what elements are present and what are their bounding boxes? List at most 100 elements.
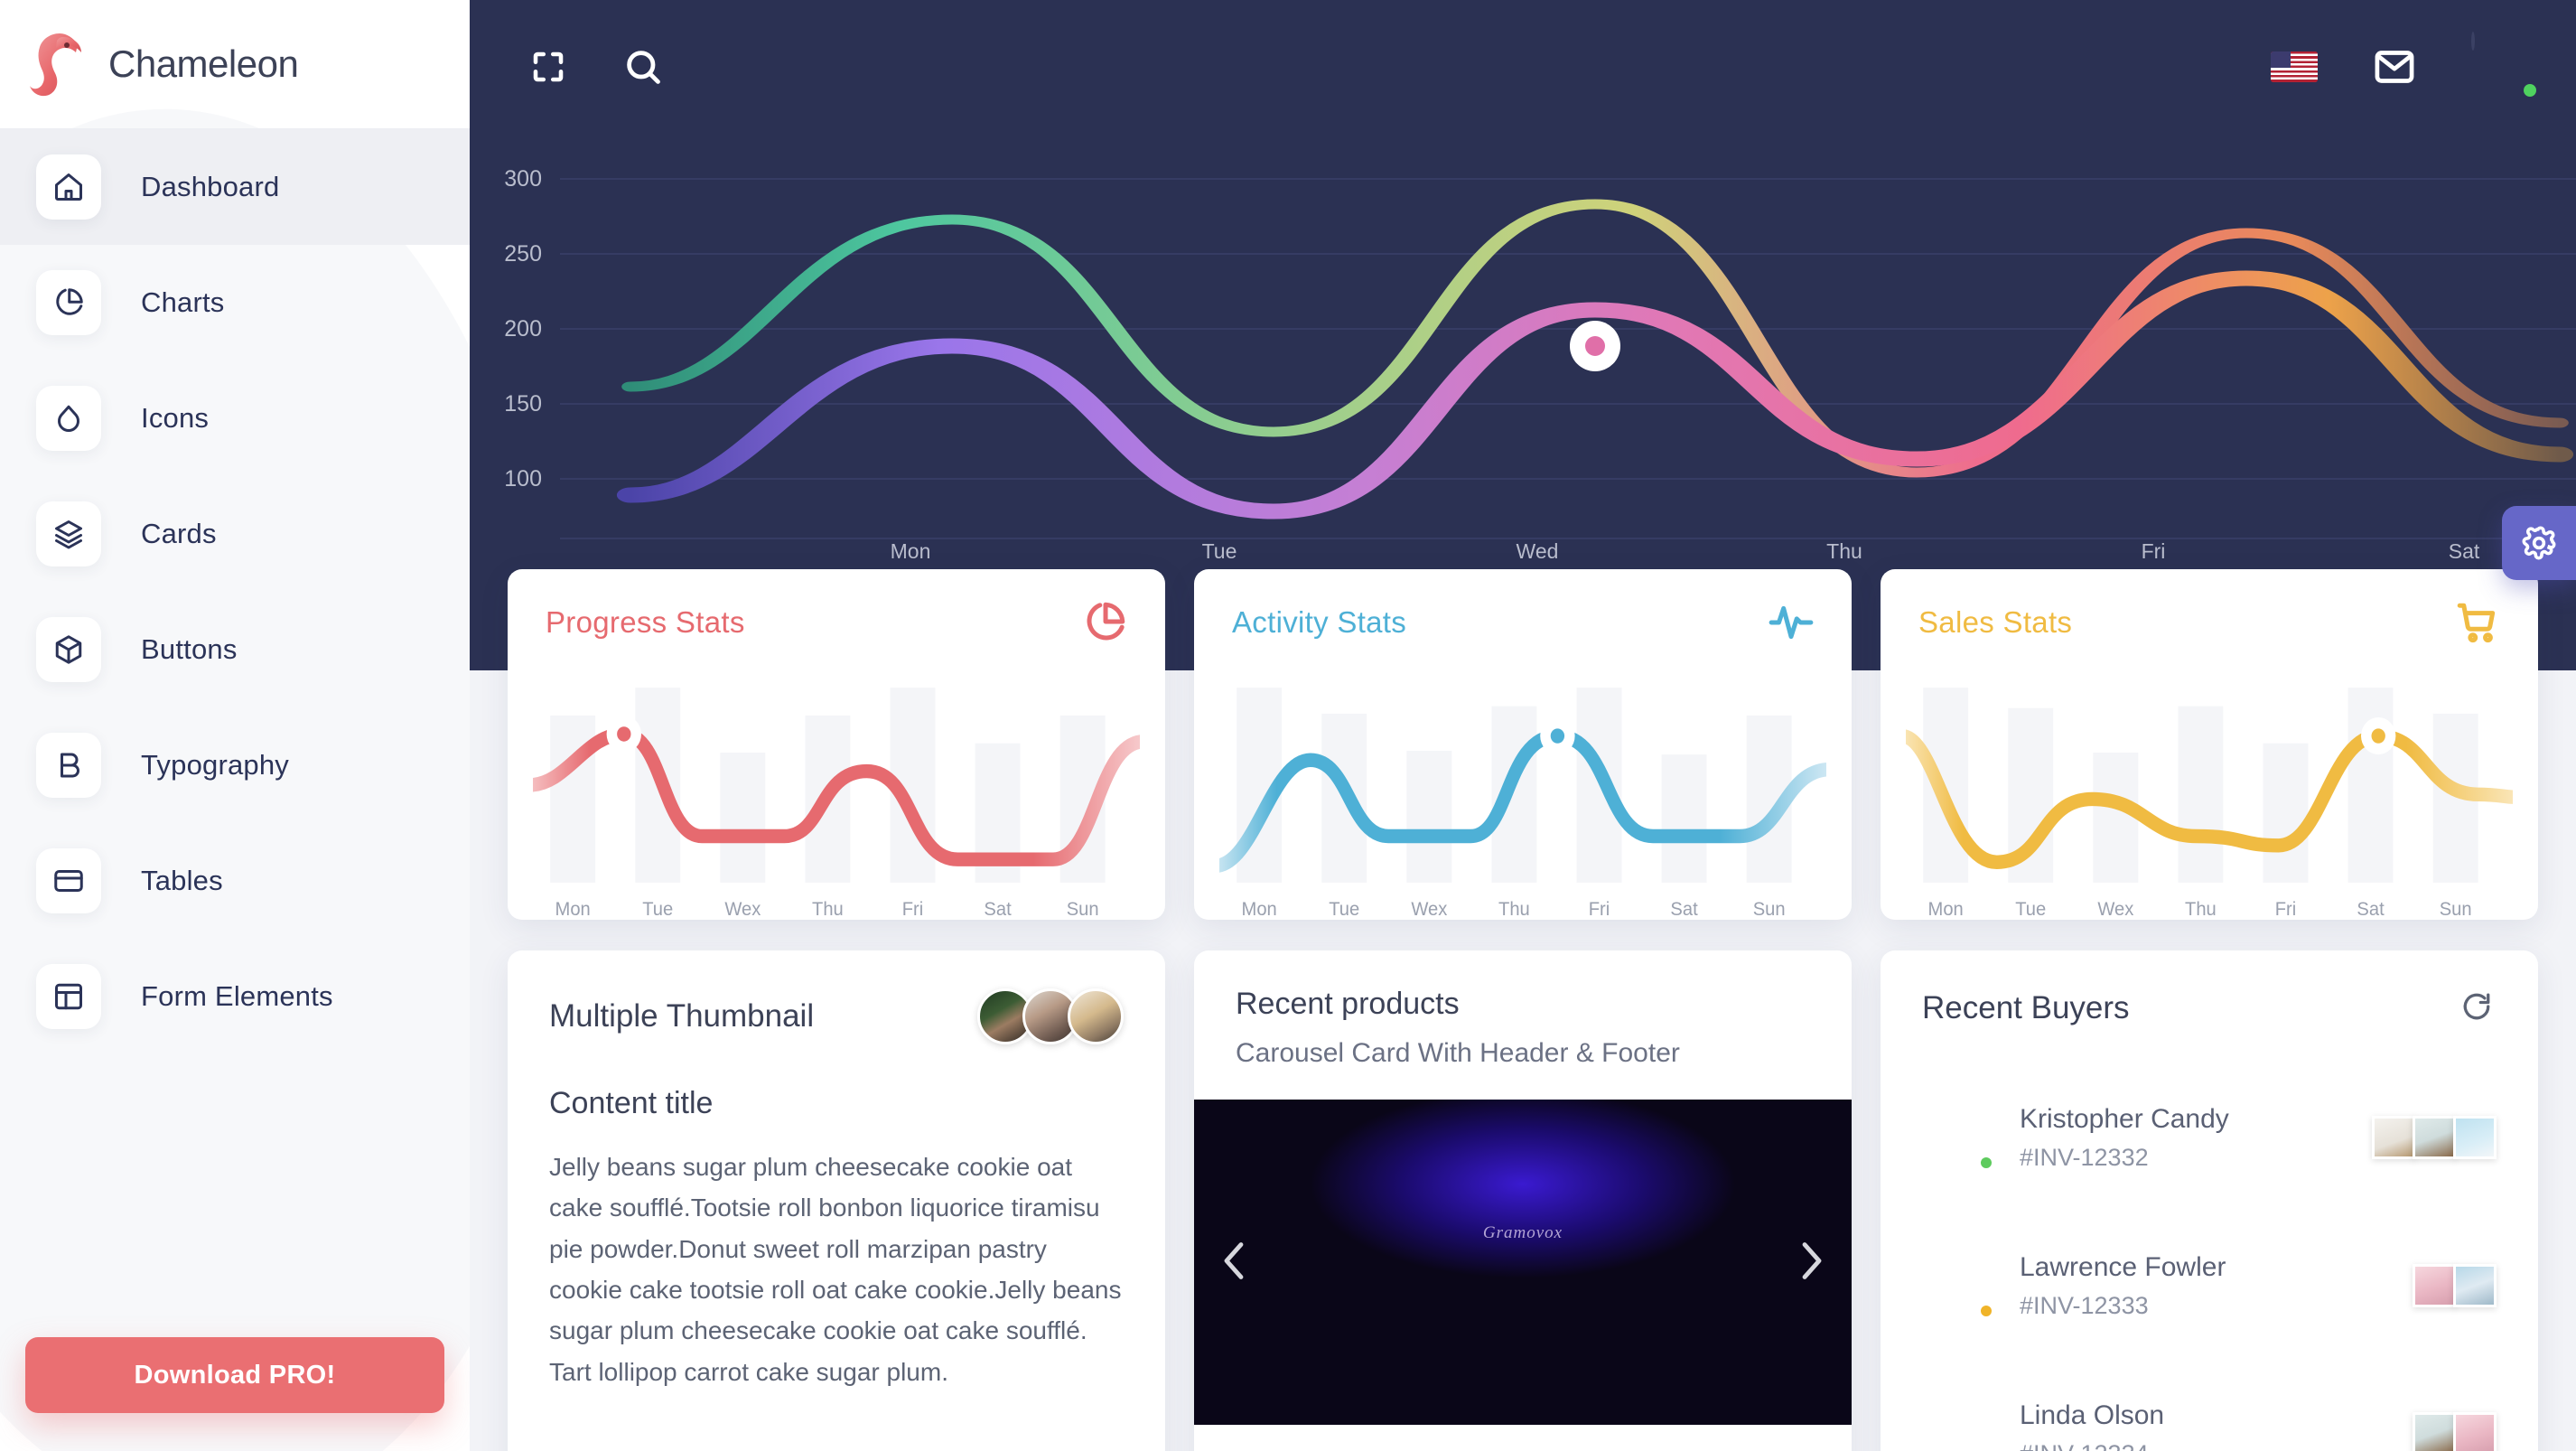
x-tick-wex: Wex bbox=[1411, 898, 1447, 920]
sidebar-item-buttons[interactable]: Buttons bbox=[0, 592, 470, 707]
y-tick-300: 300 bbox=[504, 166, 542, 192]
x-tick-fri: Fri bbox=[2142, 539, 2166, 558]
expand-icon[interactable] bbox=[529, 48, 567, 86]
user-avatar[interactable] bbox=[2471, 32, 2539, 100]
y-tick-150: 150 bbox=[504, 391, 542, 417]
settings-fab-button[interactable] bbox=[2502, 506, 2576, 580]
us-flag-icon[interactable] bbox=[2271, 51, 2318, 82]
x-tick-wex: Wex bbox=[724, 898, 761, 920]
multiple-thumbnail-card: Multiple Thumbnail Content title Jelly b… bbox=[508, 950, 1165, 1451]
shopping-cart-icon bbox=[2457, 603, 2496, 643]
sidebar-nav: Dashboard Charts Icons Cards Buttons Typ… bbox=[0, 129, 470, 1054]
product-carousel-image: Gramovox bbox=[1194, 1100, 1852, 1425]
buyer-row[interactable]: Linda Olson #INV-12334 bbox=[1881, 1360, 2538, 1451]
x-tick-sun: Sun bbox=[1067, 898, 1099, 920]
product-thumb-lamp[interactable] bbox=[2372, 1116, 2415, 1159]
download-pro-wrap: Download PRO! bbox=[0, 1337, 470, 1451]
progress-stats-sparkline[interactable]: Mon Tue Wex Thu Fri Sat Sun bbox=[508, 651, 1165, 920]
y-tick-100: 100 bbox=[504, 466, 542, 491]
chevron-left-icon bbox=[1224, 1242, 1244, 1279]
x-tick-fri: Fri bbox=[2275, 898, 2297, 920]
x-tick-sat: Sat bbox=[2449, 539, 2480, 558]
credit-card-icon bbox=[36, 848, 101, 913]
hero-chart-marker[interactable] bbox=[1570, 321, 1620, 371]
sidebar-item-charts[interactable]: Charts bbox=[0, 245, 470, 360]
hero-chart[interactable]: 300 250 200 150 100 Mon Tue Wed Thu Fri … bbox=[470, 134, 2576, 558]
chevron-right-icon bbox=[1802, 1242, 1822, 1279]
buyer-info: Kristopher Candy #INV-12332 bbox=[2020, 1099, 2229, 1176]
x-tick-thu: Thu bbox=[812, 898, 844, 920]
topbar-right-group bbox=[2271, 32, 2539, 100]
brand[interactable]: Chameleon bbox=[0, 0, 470, 129]
carousel-prev-button[interactable] bbox=[1207, 1226, 1261, 1299]
product-thumb-clock[interactable] bbox=[2413, 1412, 2456, 1451]
product-image-caption: Gramovox bbox=[1482, 1222, 1563, 1242]
refresh-button[interactable] bbox=[2457, 987, 2497, 1029]
x-tick-thu: Thu bbox=[1826, 539, 1862, 558]
activity-stats-card: Activity Stats Mon Tue Wex Thu Fri Sat S… bbox=[1194, 569, 1852, 920]
thumbnail-avatar-3[interactable] bbox=[1068, 988, 1124, 1044]
buyer-product-thumbs bbox=[2413, 1412, 2497, 1451]
product-thumb-clock[interactable] bbox=[2413, 1116, 2456, 1159]
buyer-invoice: #INV-12334 bbox=[2020, 1436, 2164, 1451]
home-icon bbox=[36, 154, 101, 220]
main-content: 300 250 200 150 100 Mon Tue Wed Thu Fri … bbox=[470, 0, 2576, 1451]
brand-name: Chameleon bbox=[108, 42, 299, 85]
sidebar-item-label: Charts bbox=[141, 286, 225, 318]
pie-chart-icon bbox=[1087, 602, 1125, 641]
product-thumb-plant[interactable] bbox=[2453, 1116, 2497, 1159]
recent-products-title: Recent products bbox=[1236, 987, 1460, 1021]
cube-icon bbox=[36, 617, 101, 682]
mail-icon[interactable] bbox=[2374, 51, 2415, 83]
download-pro-button[interactable]: Download PRO! bbox=[25, 1337, 444, 1413]
multiple-thumbnail-header: Multiple Thumbnail bbox=[508, 950, 1165, 1044]
search-icon[interactable] bbox=[623, 47, 663, 87]
product-thumb-stool[interactable] bbox=[2453, 1264, 2497, 1307]
product-thumb-pink[interactable] bbox=[2413, 1264, 2456, 1307]
stat-cards-grid: Progress Stats Mon Tue Wex Thu Fri Sat S… bbox=[470, 569, 2576, 920]
layers-icon bbox=[36, 501, 101, 566]
droplet-icon bbox=[36, 386, 101, 451]
sidebar-item-tables[interactable]: Tables bbox=[0, 823, 470, 939]
sales-stats-sparkline[interactable]: Mon Tue Wex Thu Fri Sat Sun bbox=[1881, 651, 2538, 920]
buyer-row[interactable]: Lawrence Fowler #INV-12333 bbox=[1881, 1212, 2538, 1360]
thumbnail-group bbox=[977, 988, 1124, 1044]
x-tick-sun: Sun bbox=[1753, 898, 1786, 920]
buyer-info: Linda Olson #INV-12334 bbox=[2020, 1395, 2164, 1451]
buyer-avatar bbox=[1922, 1102, 1994, 1173]
buyer-product-thumbs bbox=[2372, 1116, 2497, 1159]
sidebar-item-label: Form Elements bbox=[141, 980, 333, 1012]
x-tick-tue: Tue bbox=[2015, 898, 2046, 920]
chameleon-logo-icon bbox=[30, 33, 81, 97]
sidebar-item-typography[interactable]: Typography bbox=[0, 707, 470, 823]
content-title: Content title bbox=[549, 1086, 714, 1120]
activity-stats-sparkline[interactable]: Mon Tue Wex Thu Fri Sat Sun bbox=[1194, 651, 1852, 920]
buyer-avatar bbox=[1922, 1250, 1994, 1321]
sidebar-item-dashboard[interactable]: Dashboard bbox=[0, 129, 470, 245]
sidebar-item-form-elements[interactable]: Form Elements bbox=[0, 939, 470, 1054]
status-badge bbox=[2521, 81, 2539, 99]
recent-buyers-card: Recent Buyers Kristopher Candy #INV-1233… bbox=[1881, 950, 2538, 1451]
buyer-name: Kristopher Candy bbox=[2020, 1104, 2229, 1135]
x-tick-tue: Tue bbox=[1202, 539, 1237, 558]
product-thumb-pink[interactable] bbox=[2453, 1412, 2497, 1451]
sidebar-item-label: Dashboard bbox=[141, 171, 280, 202]
sales-stats-card: Sales Stats Mon Tue Wex Thu Fri Sat Sun bbox=[1881, 569, 2538, 920]
sidebar: Chameleon Dashboard Charts Icons Cards B… bbox=[0, 0, 470, 1451]
recent-buyers-title: Recent Buyers bbox=[1922, 989, 2130, 1025]
sidebar-item-cards[interactable]: Cards bbox=[0, 476, 470, 592]
progress-stats-card: Progress Stats Mon Tue Wex Thu Fri Sat S… bbox=[508, 569, 1165, 920]
sidebar-item-icons[interactable]: Icons bbox=[0, 360, 470, 476]
x-tick-wex: Wex bbox=[2097, 898, 2133, 920]
buyer-name: Lawrence Fowler bbox=[2020, 1252, 2226, 1283]
dashboard-app: Chameleon Dashboard Charts Icons Cards B… bbox=[0, 0, 2576, 1451]
bottom-cards-row: Multiple Thumbnail Content title Jelly b… bbox=[470, 950, 2576, 1451]
carousel-next-button[interactable] bbox=[1785, 1226, 1839, 1299]
sidebar-item-label: Buttons bbox=[141, 633, 238, 665]
buyer-row[interactable]: Kristopher Candy #INV-12332 bbox=[1881, 1063, 2538, 1212]
bold-b-icon bbox=[36, 733, 101, 798]
activity-pulse-icon bbox=[1769, 605, 1814, 640]
activity-stats-header: Activity Stats bbox=[1194, 569, 1852, 651]
refresh-icon bbox=[2463, 993, 2490, 1020]
gear-icon bbox=[2522, 526, 2556, 560]
